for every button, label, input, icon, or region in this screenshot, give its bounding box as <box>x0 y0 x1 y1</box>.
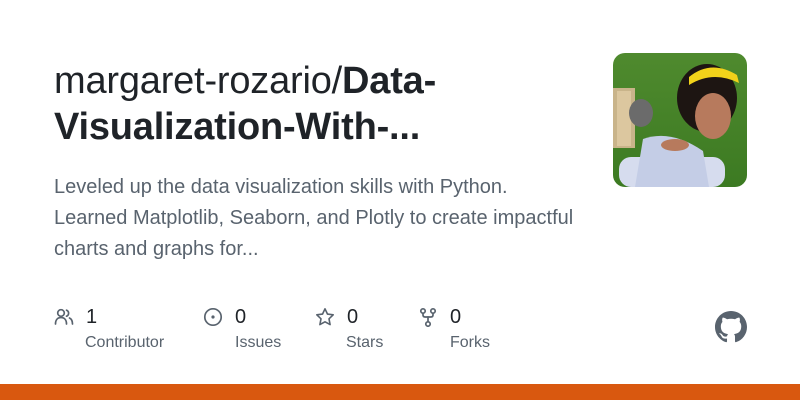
stat-stars[interactable]: 0 Stars <box>315 302 383 351</box>
fork-icon <box>419 307 437 327</box>
forks-count: 0 <box>450 305 462 328</box>
repo-stats: 1 Contributor 0 Issues 0 Stars 0 Forks <box>54 302 554 362</box>
language-color-bar <box>0 384 800 400</box>
repo-title[interactable]: margaret-rozario/Data- Visualization-With… <box>54 58 594 150</box>
issues-label: Issues <box>235 334 282 351</box>
stat-issues[interactable]: 0 Issues <box>203 302 281 351</box>
forks-label: Forks <box>450 334 490 351</box>
repo-name-part1: Data- <box>342 60 437 102</box>
people-icon <box>54 308 74 325</box>
repo-description: Leveled up the data visualization skills… <box>54 176 574 260</box>
issues-count: 0 <box>235 305 247 328</box>
star-icon <box>316 308 334 326</box>
contributors-count: 1 <box>86 305 98 328</box>
stars-count: 0 <box>347 305 359 328</box>
owner-avatar[interactable] <box>613 53 747 187</box>
stat-forks[interactable]: 0 Forks <box>418 302 490 351</box>
stars-label: Stars <box>346 334 384 351</box>
repo-owner: margaret-rozario/ <box>54 60 343 102</box>
github-logo-icon[interactable] <box>715 311 747 343</box>
stat-contributors[interactable]: 1 Contributor <box>54 302 164 351</box>
issue-circle-icon <box>203 307 223 327</box>
repo-name-part2: Visualization-With-... <box>54 106 421 148</box>
contributors-label: Contributor <box>85 334 165 351</box>
